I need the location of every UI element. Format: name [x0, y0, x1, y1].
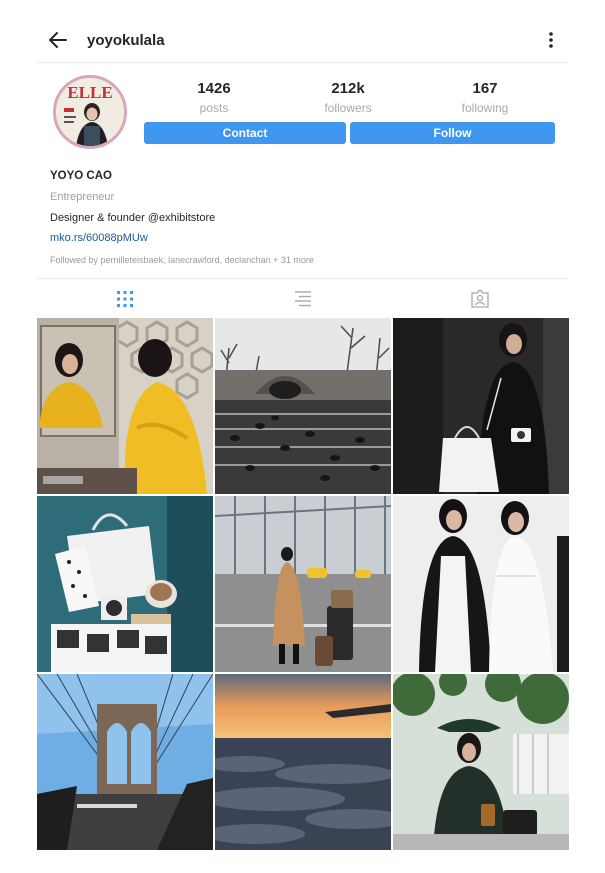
stat-following[interactable]: 167 following — [430, 80, 540, 115]
more-vertical-icon[interactable] — [547, 30, 555, 50]
post-thumbnail[interactable] — [37, 496, 213, 672]
post-thumbnail[interactable] — [393, 496, 569, 672]
post-thumbnail[interactable] — [37, 674, 213, 850]
stat-followers-value: 212k — [331, 80, 365, 97]
stat-posts-label: posts — [199, 101, 229, 115]
stat-posts[interactable]: 1426 posts — [159, 80, 269, 115]
stat-followers-label: followers — [324, 101, 372, 115]
profile-name: YOYO CAO — [50, 170, 112, 182]
profile-tabs — [37, 278, 569, 319]
follow-button[interactable]: Follow — [350, 122, 555, 144]
profile-description: Designer & founder @exhibitstore — [50, 212, 216, 224]
followed-by-text[interactable]: Followed by pernilleteisbaek, lanecrawfo… — [50, 255, 550, 265]
post-thumbnail[interactable] — [393, 318, 569, 494]
bio-section: YOYO CAO Entrepreneur Designer & founder… — [50, 170, 550, 265]
avatar-logo-text: ELLE — [67, 83, 112, 102]
post-thumbnail[interactable] — [215, 674, 391, 850]
stat-following-label: following — [461, 101, 509, 115]
post-thumbnail[interactable] — [215, 496, 391, 672]
instagram-profile: yoyokulala ELLE 1426 posts 212k follower… — [37, 20, 569, 856]
top-bar: yoyokulala — [37, 20, 569, 63]
post-thumbnail[interactable] — [37, 318, 213, 494]
list-icon[interactable] — [293, 289, 313, 309]
grid-icon[interactable] — [115, 289, 135, 309]
profile-username: yoyokulala — [87, 32, 165, 49]
stat-posts-value: 1426 — [197, 80, 231, 97]
arrow-left-icon[interactable] — [47, 29, 69, 51]
post-thumbnail[interactable] — [393, 674, 569, 850]
post-thumbnail[interactable] — [215, 318, 391, 494]
profile-link[interactable]: mko.rs/60088pMUw — [50, 232, 550, 244]
profile-category: Entrepreneur — [50, 191, 115, 203]
stat-followers[interactable]: 212k followers — [293, 80, 403, 115]
tagged-icon[interactable] — [470, 289, 490, 309]
avatar-image: ELLE — [56, 78, 124, 146]
stat-following-value: 167 — [472, 80, 498, 97]
contact-button[interactable]: Contact — [144, 122, 346, 144]
avatar[interactable]: ELLE — [53, 75, 127, 149]
posts-grid — [37, 318, 569, 851]
